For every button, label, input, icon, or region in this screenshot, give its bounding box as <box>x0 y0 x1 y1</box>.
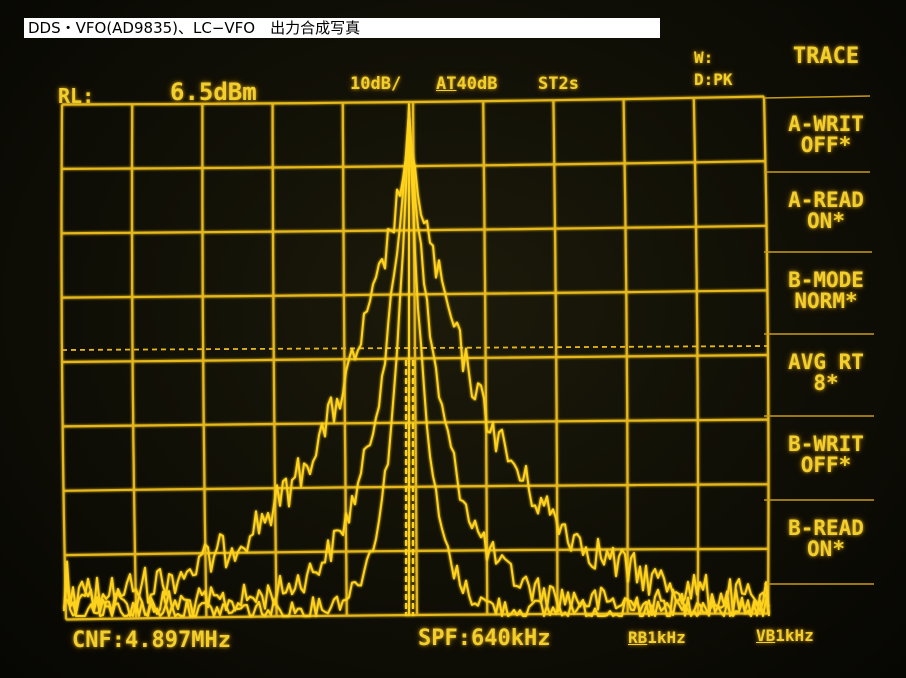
spectrum-display <box>60 95 874 621</box>
grid-line-horizontal <box>65 612 768 621</box>
soft-key-dividers <box>763 95 874 585</box>
